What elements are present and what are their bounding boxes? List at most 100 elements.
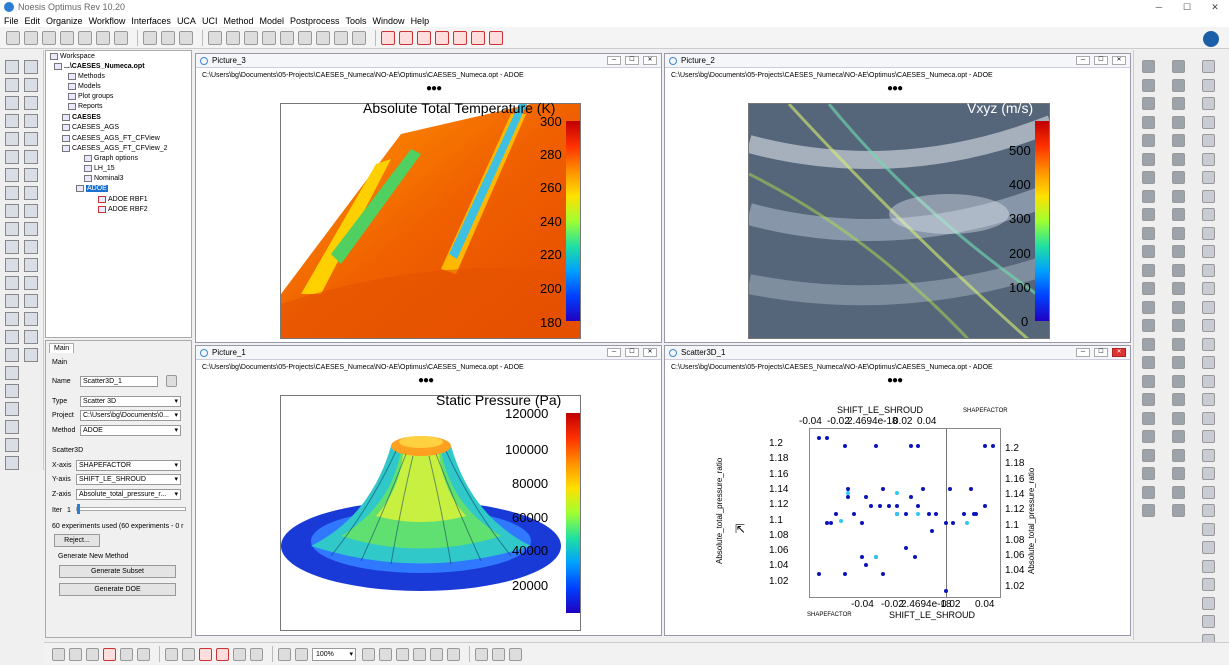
shape-tool-icon[interactable] (1202, 559, 1215, 573)
align-icon[interactable] (475, 647, 488, 661)
shape-tool-icon[interactable] (1202, 115, 1215, 129)
tree-item-models[interactable]: Models (68, 83, 101, 90)
shape-tool-icon[interactable] (1172, 115, 1185, 129)
shape-tool-icon[interactable] (1202, 226, 1215, 240)
palette-tool-icon[interactable] (24, 330, 38, 344)
shape-tool-icon[interactable] (1172, 282, 1185, 295)
menu-item-interfaces[interactable]: Interfaces (131, 16, 171, 26)
shape-tool-icon[interactable] (1202, 522, 1215, 536)
shape-tool-icon[interactable] (1142, 189, 1155, 203)
palette-tool-icon[interactable] (5, 132, 19, 146)
scatter-point[interactable] (951, 520, 956, 525)
method-select[interactable]: ADOE (80, 425, 181, 436)
filter-icon[interactable] (250, 647, 263, 661)
scatter-point[interactable] (863, 495, 868, 499)
shape-tool-icon[interactable] (1202, 319, 1215, 332)
glasses-icon[interactable]: ●●● (426, 83, 442, 94)
palette-tool-icon[interactable] (24, 294, 38, 308)
palette-tool-icon[interactable] (24, 204, 38, 218)
scatter-point-highlight[interactable] (916, 512, 921, 516)
shape-tool-icon[interactable] (1172, 485, 1185, 499)
glasses-icon[interactable]: ●●● (418, 375, 434, 386)
menu-item-help[interactable]: Help (411, 16, 430, 26)
tree-item-reports[interactable]: Reports (68, 103, 103, 110)
shape-tool-icon[interactable] (1172, 300, 1185, 314)
workflow-opt-icon[interactable] (435, 30, 449, 45)
shape-tool-icon[interactable] (1202, 152, 1215, 166)
shape-tool-icon[interactable] (1142, 448, 1155, 462)
shape-tool-icon[interactable] (1142, 337, 1155, 351)
scatter-point[interactable] (846, 486, 851, 491)
shape-tool-icon[interactable] (1142, 430, 1155, 443)
shape-tool-icon[interactable] (1202, 97, 1215, 110)
shape-tool-icon[interactable] (1202, 60, 1215, 73)
shape-tool-icon[interactable] (1172, 374, 1185, 388)
scatter-point[interactable] (895, 503, 900, 508)
shape-tool-icon[interactable] (1172, 319, 1185, 332)
scatter-point-highlight[interactable] (874, 554, 879, 559)
scatter-point[interactable] (851, 512, 856, 516)
sphere-icon[interactable] (334, 30, 348, 45)
workflow-doe-icon[interactable] (417, 30, 431, 45)
shape-tool-icon[interactable] (1172, 430, 1185, 443)
shape-tool-icon[interactable] (1142, 208, 1155, 221)
close-button[interactable]: ✕ (643, 56, 657, 65)
palette-tool-icon[interactable] (5, 456, 19, 470)
shape-tool-icon[interactable] (1142, 152, 1155, 166)
rsm-icon[interactable] (298, 30, 312, 45)
scatter-point[interactable] (968, 486, 973, 491)
shape-tool-icon[interactable] (1202, 356, 1215, 369)
palette-tool-icon[interactable] (5, 420, 19, 434)
scatter-point-highlight[interactable] (846, 490, 851, 495)
shape-tool-icon[interactable] (1202, 615, 1215, 628)
maximize-button[interactable]: ☐ (625, 56, 639, 65)
palette-tool-icon[interactable] (24, 168, 38, 182)
maximize-button[interactable]: ☐ (1094, 348, 1108, 357)
scatter-point[interactable] (973, 512, 978, 516)
scatter-point[interactable] (909, 444, 914, 448)
scatter-point[interactable] (877, 503, 882, 508)
palette-tool-icon[interactable] (5, 60, 19, 74)
generate-doe-button[interactable]: Generate DOE (59, 583, 176, 596)
shape-tool-icon[interactable] (1172, 411, 1185, 425)
iter-slider[interactable] (76, 504, 186, 514)
palette-tool-icon[interactable] (24, 240, 38, 254)
link-icon[interactable] (120, 647, 133, 661)
lock-icon[interactable] (166, 375, 177, 387)
menu-item-postprocess[interactable]: Postprocess (290, 16, 340, 26)
new-file-icon[interactable] (6, 30, 20, 45)
workflow-rsm-icon[interactable] (453, 30, 467, 45)
box-icon[interactable] (262, 30, 276, 45)
tree-item-caeses[interactable]: CAESES (62, 114, 101, 121)
scatter-point[interactable] (947, 486, 952, 491)
scatter-point[interactable] (842, 571, 847, 576)
palette-tool-icon[interactable] (5, 330, 19, 344)
workflow-robust-icon[interactable] (471, 30, 485, 45)
scatter-plot-area[interactable] (809, 428, 1001, 598)
shape-icon[interactable] (396, 647, 409, 661)
palette-tool-icon[interactable] (5, 312, 19, 326)
palette-tool-icon[interactable] (5, 150, 19, 164)
shape-tool-icon[interactable] (1142, 411, 1155, 425)
shape-tool-icon[interactable] (1172, 467, 1185, 480)
maximize-button[interactable]: ☐ (1173, 0, 1201, 14)
shape-tool-icon[interactable] (1172, 356, 1185, 369)
snap-icon[interactable] (379, 647, 392, 661)
copy-icon[interactable] (161, 30, 175, 45)
shape-tool-icon[interactable] (1202, 411, 1215, 425)
scatter-point[interactable] (846, 495, 851, 499)
xaxis-select[interactable]: SHAPEFACTOR (76, 460, 181, 471)
shape-tool-icon[interactable] (1172, 171, 1185, 184)
palette-tool-icon[interactable] (24, 96, 38, 110)
palette-tool-icon[interactable] (5, 96, 19, 110)
scatter-point[interactable] (904, 512, 908, 516)
shape-tool-icon[interactable] (1202, 541, 1215, 554)
palette-tool-icon[interactable] (24, 348, 38, 362)
tree-workspace[interactable]: Workspace (50, 53, 95, 60)
shape-icon[interactable] (352, 30, 366, 45)
shape-tool-icon[interactable] (1142, 356, 1155, 369)
shape-tool-icon[interactable] (1172, 337, 1185, 351)
layer-copy-icon[interactable] (216, 647, 229, 661)
shape-tool-icon[interactable] (1142, 60, 1155, 73)
tree-item-methods[interactable]: Methods (68, 73, 105, 80)
